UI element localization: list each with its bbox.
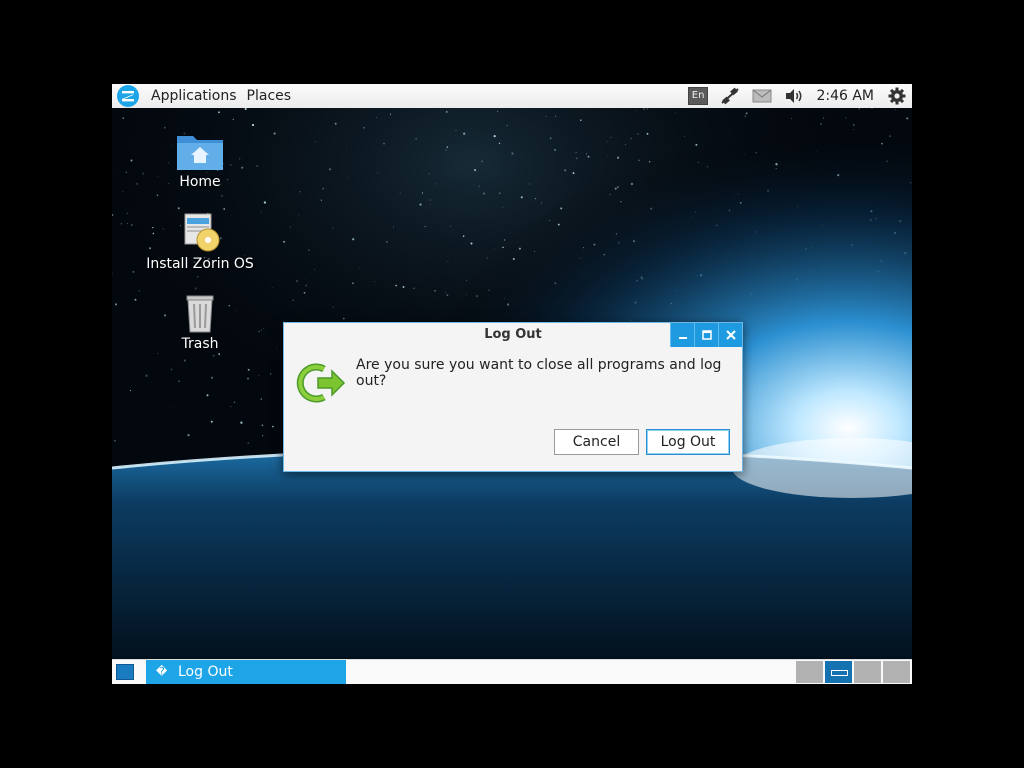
minimize-icon: [678, 337, 687, 339]
volume-icon[interactable]: [784, 88, 804, 104]
desktop-screen: Applications Places En 2:46 AM Home Inst…: [112, 84, 912, 684]
home-folder-icon: [177, 136, 223, 170]
desktop-icon-label: Trash: [181, 336, 219, 352]
taskbar-item-logout[interactable]: � Log Out: [146, 660, 346, 684]
applications-menu[interactable]: Applications: [146, 84, 242, 108]
desktop-icon-install-zorin-os[interactable]: Install Zorin OS: [140, 210, 260, 272]
network-wired-icon[interactable]: [720, 87, 740, 105]
workspace-2[interactable]: [825, 661, 852, 683]
workspace-switcher: [794, 661, 910, 683]
close-button[interactable]: [718, 323, 742, 347]
workspace-1[interactable]: [796, 661, 823, 683]
taskbar-item-icon: �: [156, 665, 168, 678]
trash-icon: [186, 295, 214, 333]
top-panel: Applications Places En 2:46 AM: [112, 84, 912, 108]
workspace-3[interactable]: [854, 661, 881, 683]
maximize-icon: [701, 330, 712, 340]
language-label: En: [687, 87, 709, 105]
workspace-4[interactable]: [883, 661, 910, 683]
gear-icon[interactable]: [888, 87, 906, 105]
places-menu[interactable]: Places: [242, 84, 297, 108]
desktop-icon-label: Home: [179, 174, 221, 190]
dialog-message: Are you sure you want to close all progr…: [356, 357, 722, 389]
logout-button[interactable]: Log Out: [646, 429, 730, 455]
installer-icon: [184, 213, 220, 252]
logout-dialog: Log Out Are you sure you want to close a…: [283, 322, 743, 472]
minimize-button[interactable]: [670, 323, 694, 347]
clock[interactable]: 2:46 AM: [816, 88, 874, 104]
desktop-icon-trash[interactable]: Trash: [140, 292, 260, 352]
dialog-titlebar[interactable]: Log Out: [284, 323, 742, 347]
cancel-button[interactable]: Cancel: [554, 429, 639, 455]
close-icon: [725, 330, 736, 340]
taskbar-item-label: Log Out: [178, 664, 233, 680]
keyboard-layout-indicator[interactable]: En: [687, 87, 709, 105]
zorin-logo-icon[interactable]: [116, 84, 140, 108]
mail-icon[interactable]: [752, 89, 772, 103]
maximize-button[interactable]: [694, 323, 718, 347]
system-tray: En 2:46 AM: [682, 84, 912, 108]
desktop-icon-home[interactable]: Home: [140, 130, 260, 190]
bottom-panel: � Log Out: [112, 659, 912, 684]
desktop-icon-label: Install Zorin OS: [146, 256, 254, 272]
show-desktop-icon[interactable]: [116, 664, 134, 680]
window-controls: [670, 323, 742, 347]
logout-arrow-icon: [296, 363, 346, 403]
